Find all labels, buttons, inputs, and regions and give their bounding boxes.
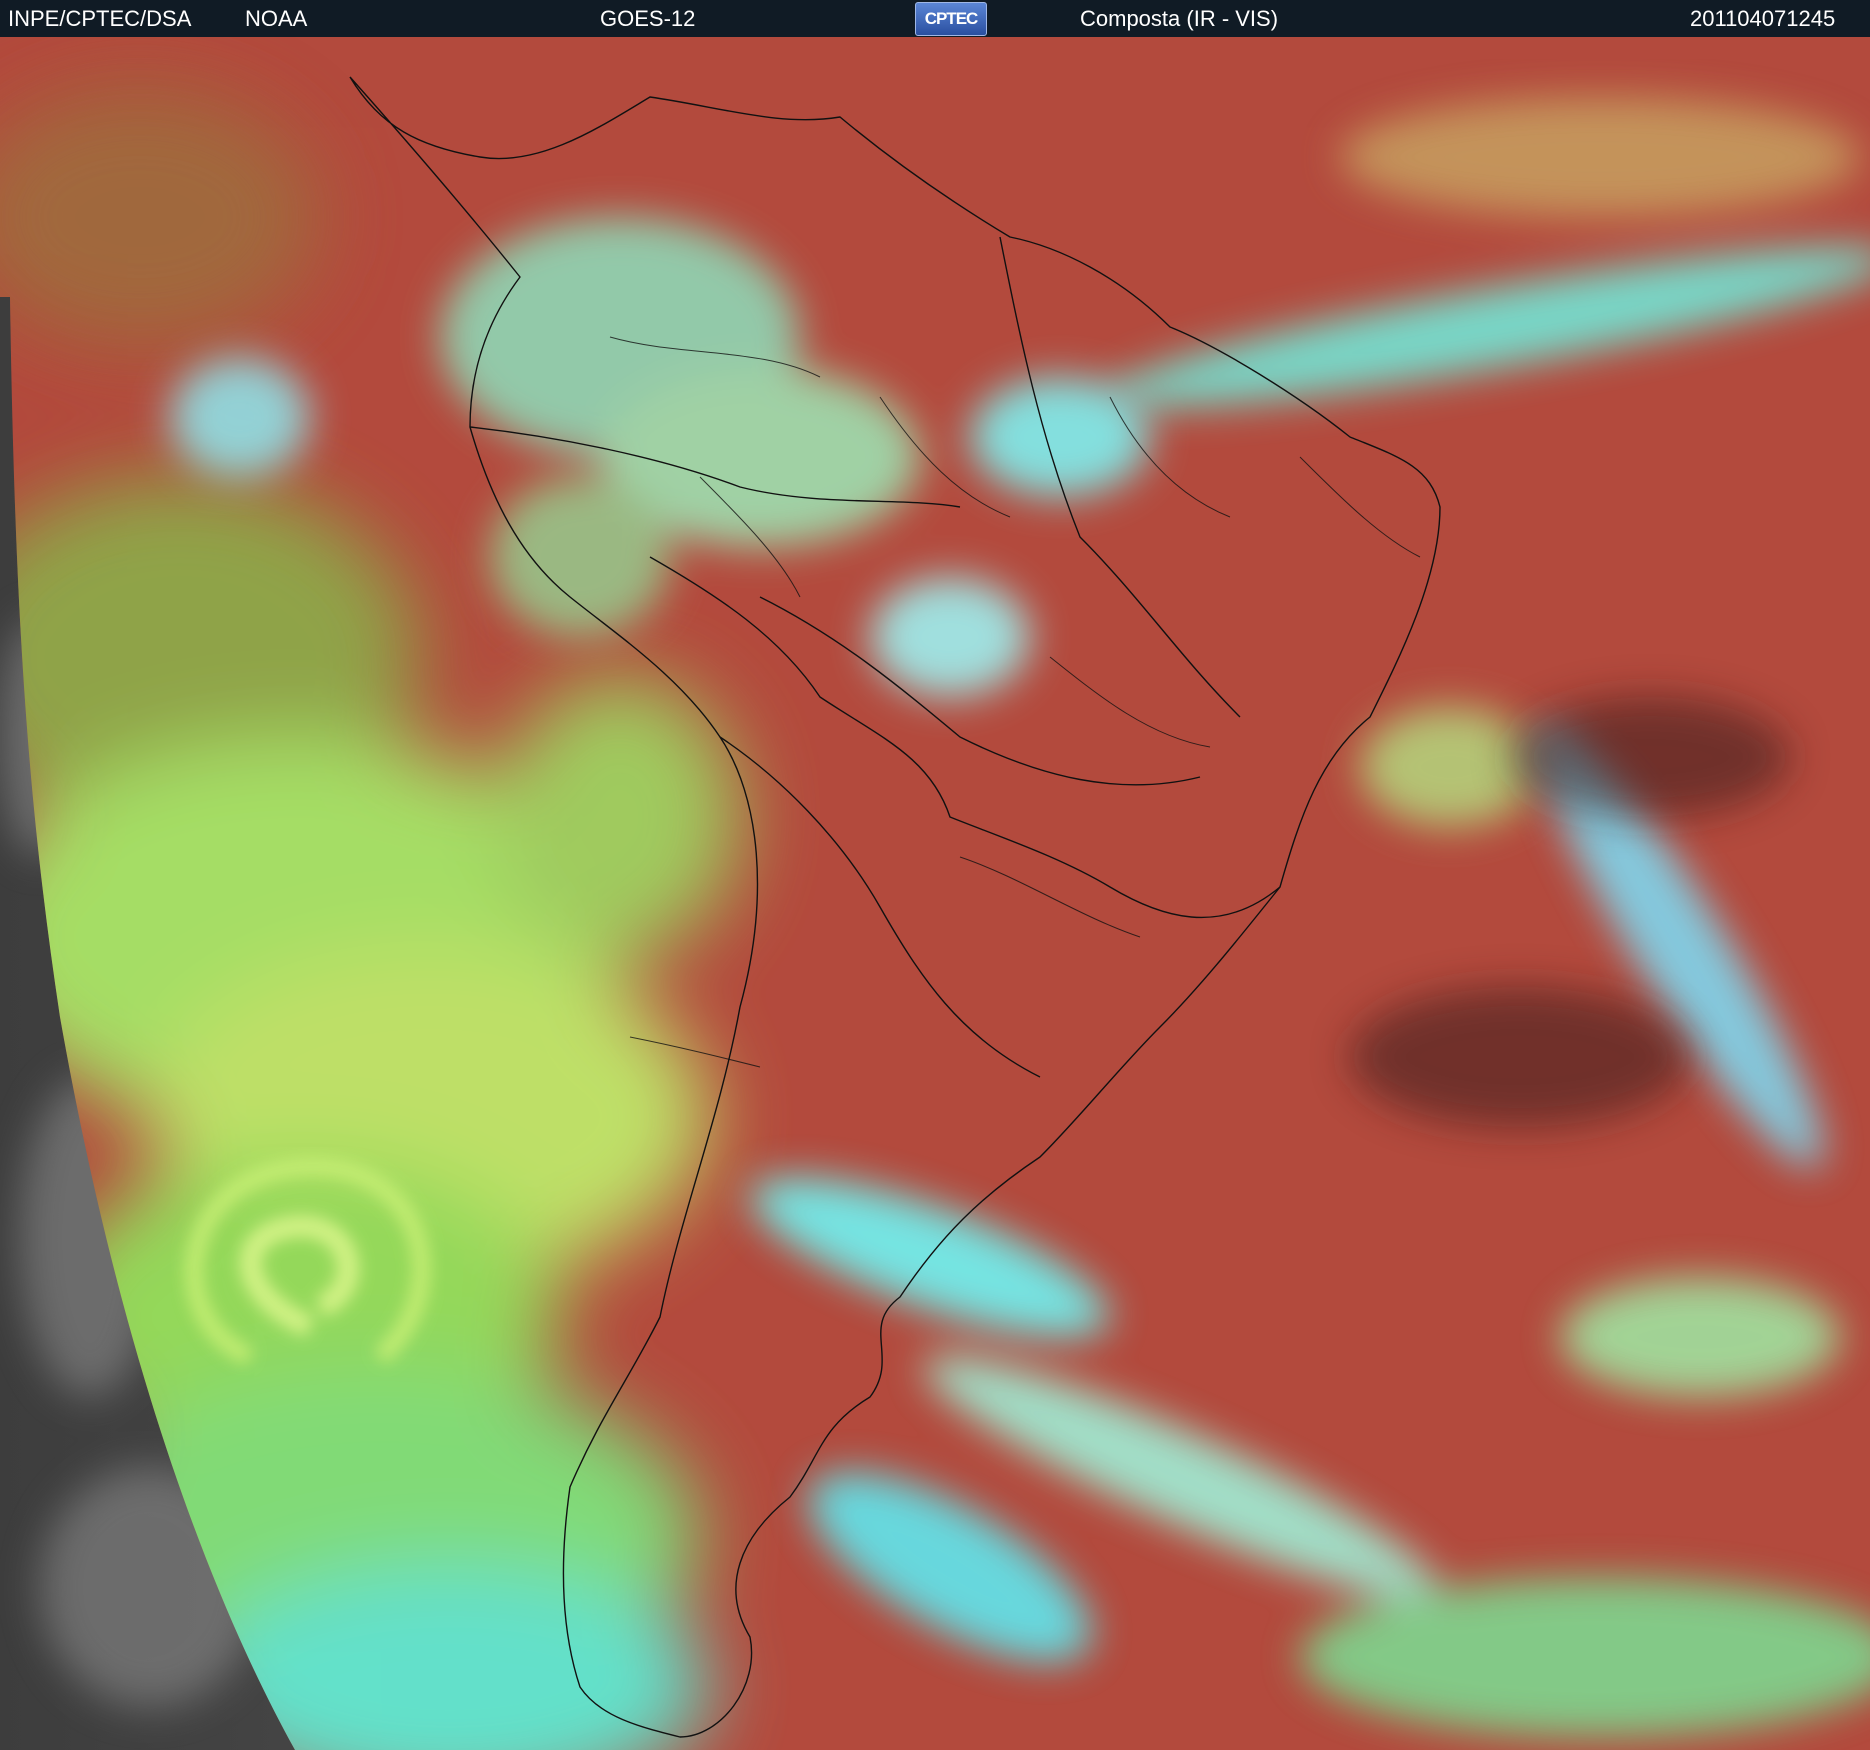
source-label: INPE/CPTEC/DSA [8,6,192,31]
header-bar: INPE/CPTEC/DSA NOAA GOES-12 CPTEC Compos… [0,0,1870,37]
product-label: Composta (IR - VIS) [1080,6,1279,31]
earth-disk [0,37,1870,1750]
agency-label: NOAA [245,6,308,31]
satellite-label: GOES-12 [600,6,696,31]
satellite-image [0,37,1870,1750]
timestamp-label: 201104071245 [1690,6,1836,31]
cptec-logo: CPTEC [915,2,987,36]
